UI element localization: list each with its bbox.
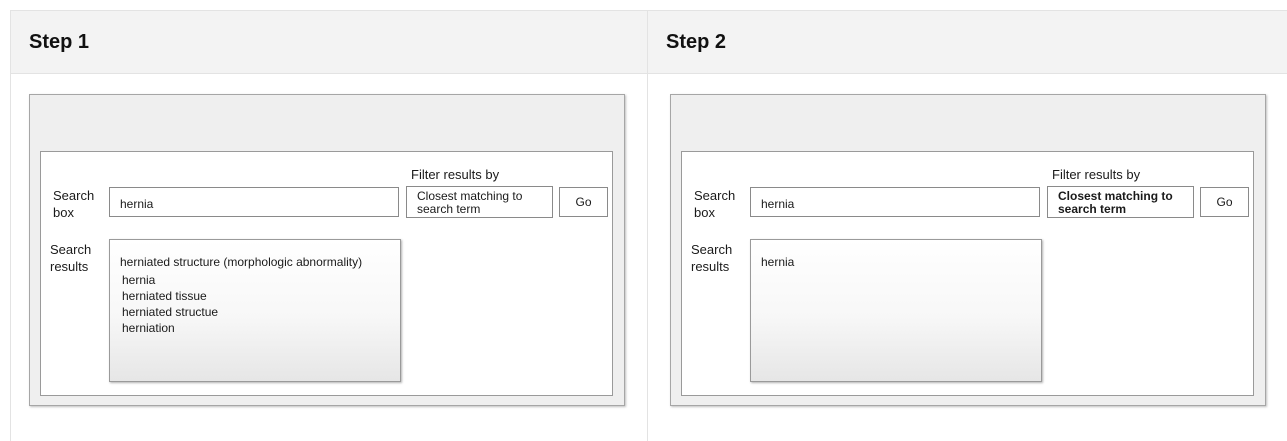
- filter-dropdown[interactable]: Closest matching to search term: [406, 186, 553, 218]
- search-box-label: Search box: [694, 188, 736, 220]
- step-header: Step 2: [648, 10, 1287, 74]
- search-form: Filter results by Search box hernia Clos…: [681, 151, 1254, 396]
- step-title: Step 1: [29, 30, 90, 53]
- result-item[interactable]: herniated structure (morphologic abnorma…: [120, 254, 400, 270]
- filter-label: Filter results by: [411, 167, 500, 182]
- steps-container: Step 1 Filter results by Search box hern…: [0, 0, 1287, 441]
- go-button[interactable]: Go: [1200, 187, 1249, 217]
- filter-dropdown[interactable]: Closest matching to search term: [1047, 186, 1194, 218]
- result-item[interactable]: herniation: [120, 320, 400, 336]
- mockup-window: Filter results by Search box hernia Clos…: [29, 94, 625, 406]
- search-input[interactable]: hernia: [109, 187, 399, 217]
- search-box-label: Search box: [53, 188, 95, 220]
- step-title: Step 2: [666, 30, 727, 53]
- result-item[interactable]: hernia: [761, 254, 1041, 270]
- search-results-list: herniated structure (morphologic abnorma…: [109, 239, 401, 382]
- step-1-panel: Step 1 Filter results by Search box hern…: [10, 10, 647, 441]
- result-item[interactable]: herniated structue: [120, 304, 400, 320]
- mockup-window: Filter results by Search box hernia Clos…: [670, 94, 1266, 406]
- result-item[interactable]: hernia: [120, 272, 400, 288]
- search-form: Filter results by Search box hernia Clos…: [40, 151, 613, 396]
- search-results-list: hernia: [750, 239, 1042, 382]
- step-header: Step 1: [11, 10, 647, 74]
- search-results-label: Search results: [50, 242, 92, 274]
- step-2-panel: Step 2 Filter results by Search box hern…: [647, 10, 1287, 441]
- go-button[interactable]: Go: [559, 187, 608, 217]
- search-results-label: Search results: [691, 242, 733, 274]
- filter-label: Filter results by: [1052, 167, 1141, 182]
- result-item[interactable]: herniated tissue: [120, 288, 400, 304]
- search-input[interactable]: hernia: [750, 187, 1040, 217]
